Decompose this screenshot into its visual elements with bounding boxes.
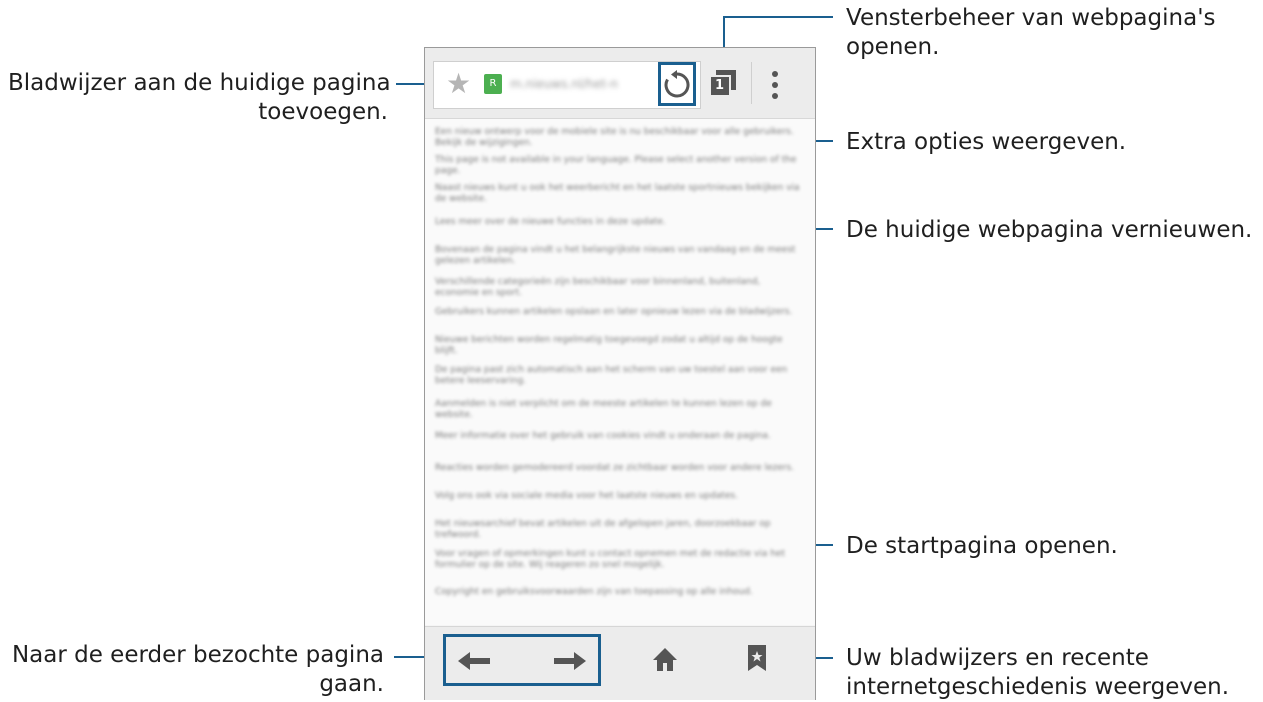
content-paragraph: Aanmelden is niet verplicht om de meeste… bbox=[435, 399, 772, 420]
content-paragraph: Verschillende categorieën zijn beschikba… bbox=[435, 277, 761, 298]
refresh-icon bbox=[664, 70, 690, 98]
site-favicon: R bbox=[484, 74, 502, 94]
leader-line-window-mgmt-h bbox=[723, 16, 833, 18]
window-manager-button[interactable]: 1 bbox=[708, 68, 738, 98]
forward-arrow-icon[interactable] bbox=[552, 651, 586, 671]
more-options-button[interactable] bbox=[771, 68, 779, 104]
content-paragraph: Meer informatie over het gebruik van coo… bbox=[435, 431, 771, 441]
bookmarks-icon[interactable] bbox=[748, 645, 766, 673]
content-paragraph: Nieuwe berichten worden regelmatig toege… bbox=[435, 335, 783, 356]
callout-home: De startpagina openen. bbox=[846, 533, 1118, 559]
callout-bookmark-add-line1: Bladwijzer aan de huidige pagina bbox=[8, 70, 391, 96]
callout-window-mgmt-line1: Vensterbeheer van webpagina's bbox=[846, 5, 1216, 31]
content-paragraph: Een nieuw ontwerp voor de mobiele site i… bbox=[435, 127, 794, 148]
content-paragraph: Bovenaan de pagina vindt u het belangrij… bbox=[435, 245, 796, 266]
url-text[interactable]: m.nieuws.nl/het-n bbox=[510, 77, 618, 91]
content-paragraph: Gebruikers kunnen artikelen opslaan en l… bbox=[435, 307, 793, 317]
back-arrow-icon[interactable] bbox=[458, 651, 492, 671]
callout-refresh: De huidige webpagina vernieuwen. bbox=[846, 217, 1253, 243]
more-vertical-icon bbox=[772, 71, 778, 99]
callout-bookmarks-history: Uw bladwijzers en recente internetgeschi… bbox=[846, 644, 1229, 702]
back-forward-group bbox=[443, 634, 601, 686]
content-paragraph: Reacties worden gemodereerd voordat ze z… bbox=[435, 463, 795, 473]
content-paragraph: Volg ons ook via sociale media voor het … bbox=[435, 491, 738, 501]
callout-window-mgmt-line2: openen. bbox=[846, 34, 940, 60]
callout-bookmarks-history-line2: internetgeschiedenis weergeven. bbox=[846, 674, 1230, 700]
web-page-content[interactable]: Een nieuw ontwerp voor de mobiele site i… bbox=[425, 119, 815, 625]
browser-toolbar: ★ R m.nieuws.nl/het-n 1 bbox=[425, 48, 815, 119]
tab-count: 1 bbox=[715, 78, 725, 93]
callout-window-mgmt: Vensterbeheer van webpagina's openen. bbox=[846, 4, 1216, 62]
content-paragraph: De pagina past zich automatisch aan het … bbox=[435, 365, 788, 386]
content-paragraph: Het nieuwsarchief bevat artikelen uit de… bbox=[435, 519, 771, 540]
home-icon[interactable] bbox=[652, 647, 678, 673]
callout-bookmarks-history-line1: Uw bladwijzers en recente bbox=[846, 645, 1149, 671]
content-paragraph: Naast nieuws kunt u ook het weerbericht … bbox=[435, 183, 800, 204]
refresh-button[interactable] bbox=[658, 62, 696, 106]
content-paragraph: This page is not available in your langu… bbox=[435, 155, 797, 176]
content-paragraph: Copyright en gebruiksvoorwaarden zijn va… bbox=[435, 587, 753, 597]
callout-bookmark-add-line2: toevoegen. bbox=[258, 99, 388, 125]
callout-back-forward-line2: gaan. bbox=[319, 671, 384, 697]
callout-back-forward: Naar de eerder bezochte pagina gaan. bbox=[8, 641, 384, 699]
callout-bookmark-add: Bladwijzer aan de huidige pagina toevoeg… bbox=[8, 69, 391, 127]
content-paragraph: Voor vragen of opmerkingen kunt u contac… bbox=[435, 549, 785, 570]
content-paragraph: Lees meer over de nieuwe functies in dez… bbox=[435, 217, 666, 227]
browser-bottom-bar bbox=[425, 626, 815, 700]
browser-screen: ★ R m.nieuws.nl/het-n 1 Een nieuw ontwer… bbox=[424, 47, 816, 700]
toolbar-divider bbox=[751, 62, 752, 104]
star-icon[interactable]: ★ bbox=[446, 69, 471, 99]
callout-back-forward-line1: Naar de eerder bezochte pagina bbox=[11, 642, 384, 668]
address-bar[interactable]: ★ R m.nieuws.nl/het-n bbox=[433, 61, 701, 109]
callout-extra-options: Extra opties weergeven. bbox=[846, 129, 1127, 155]
